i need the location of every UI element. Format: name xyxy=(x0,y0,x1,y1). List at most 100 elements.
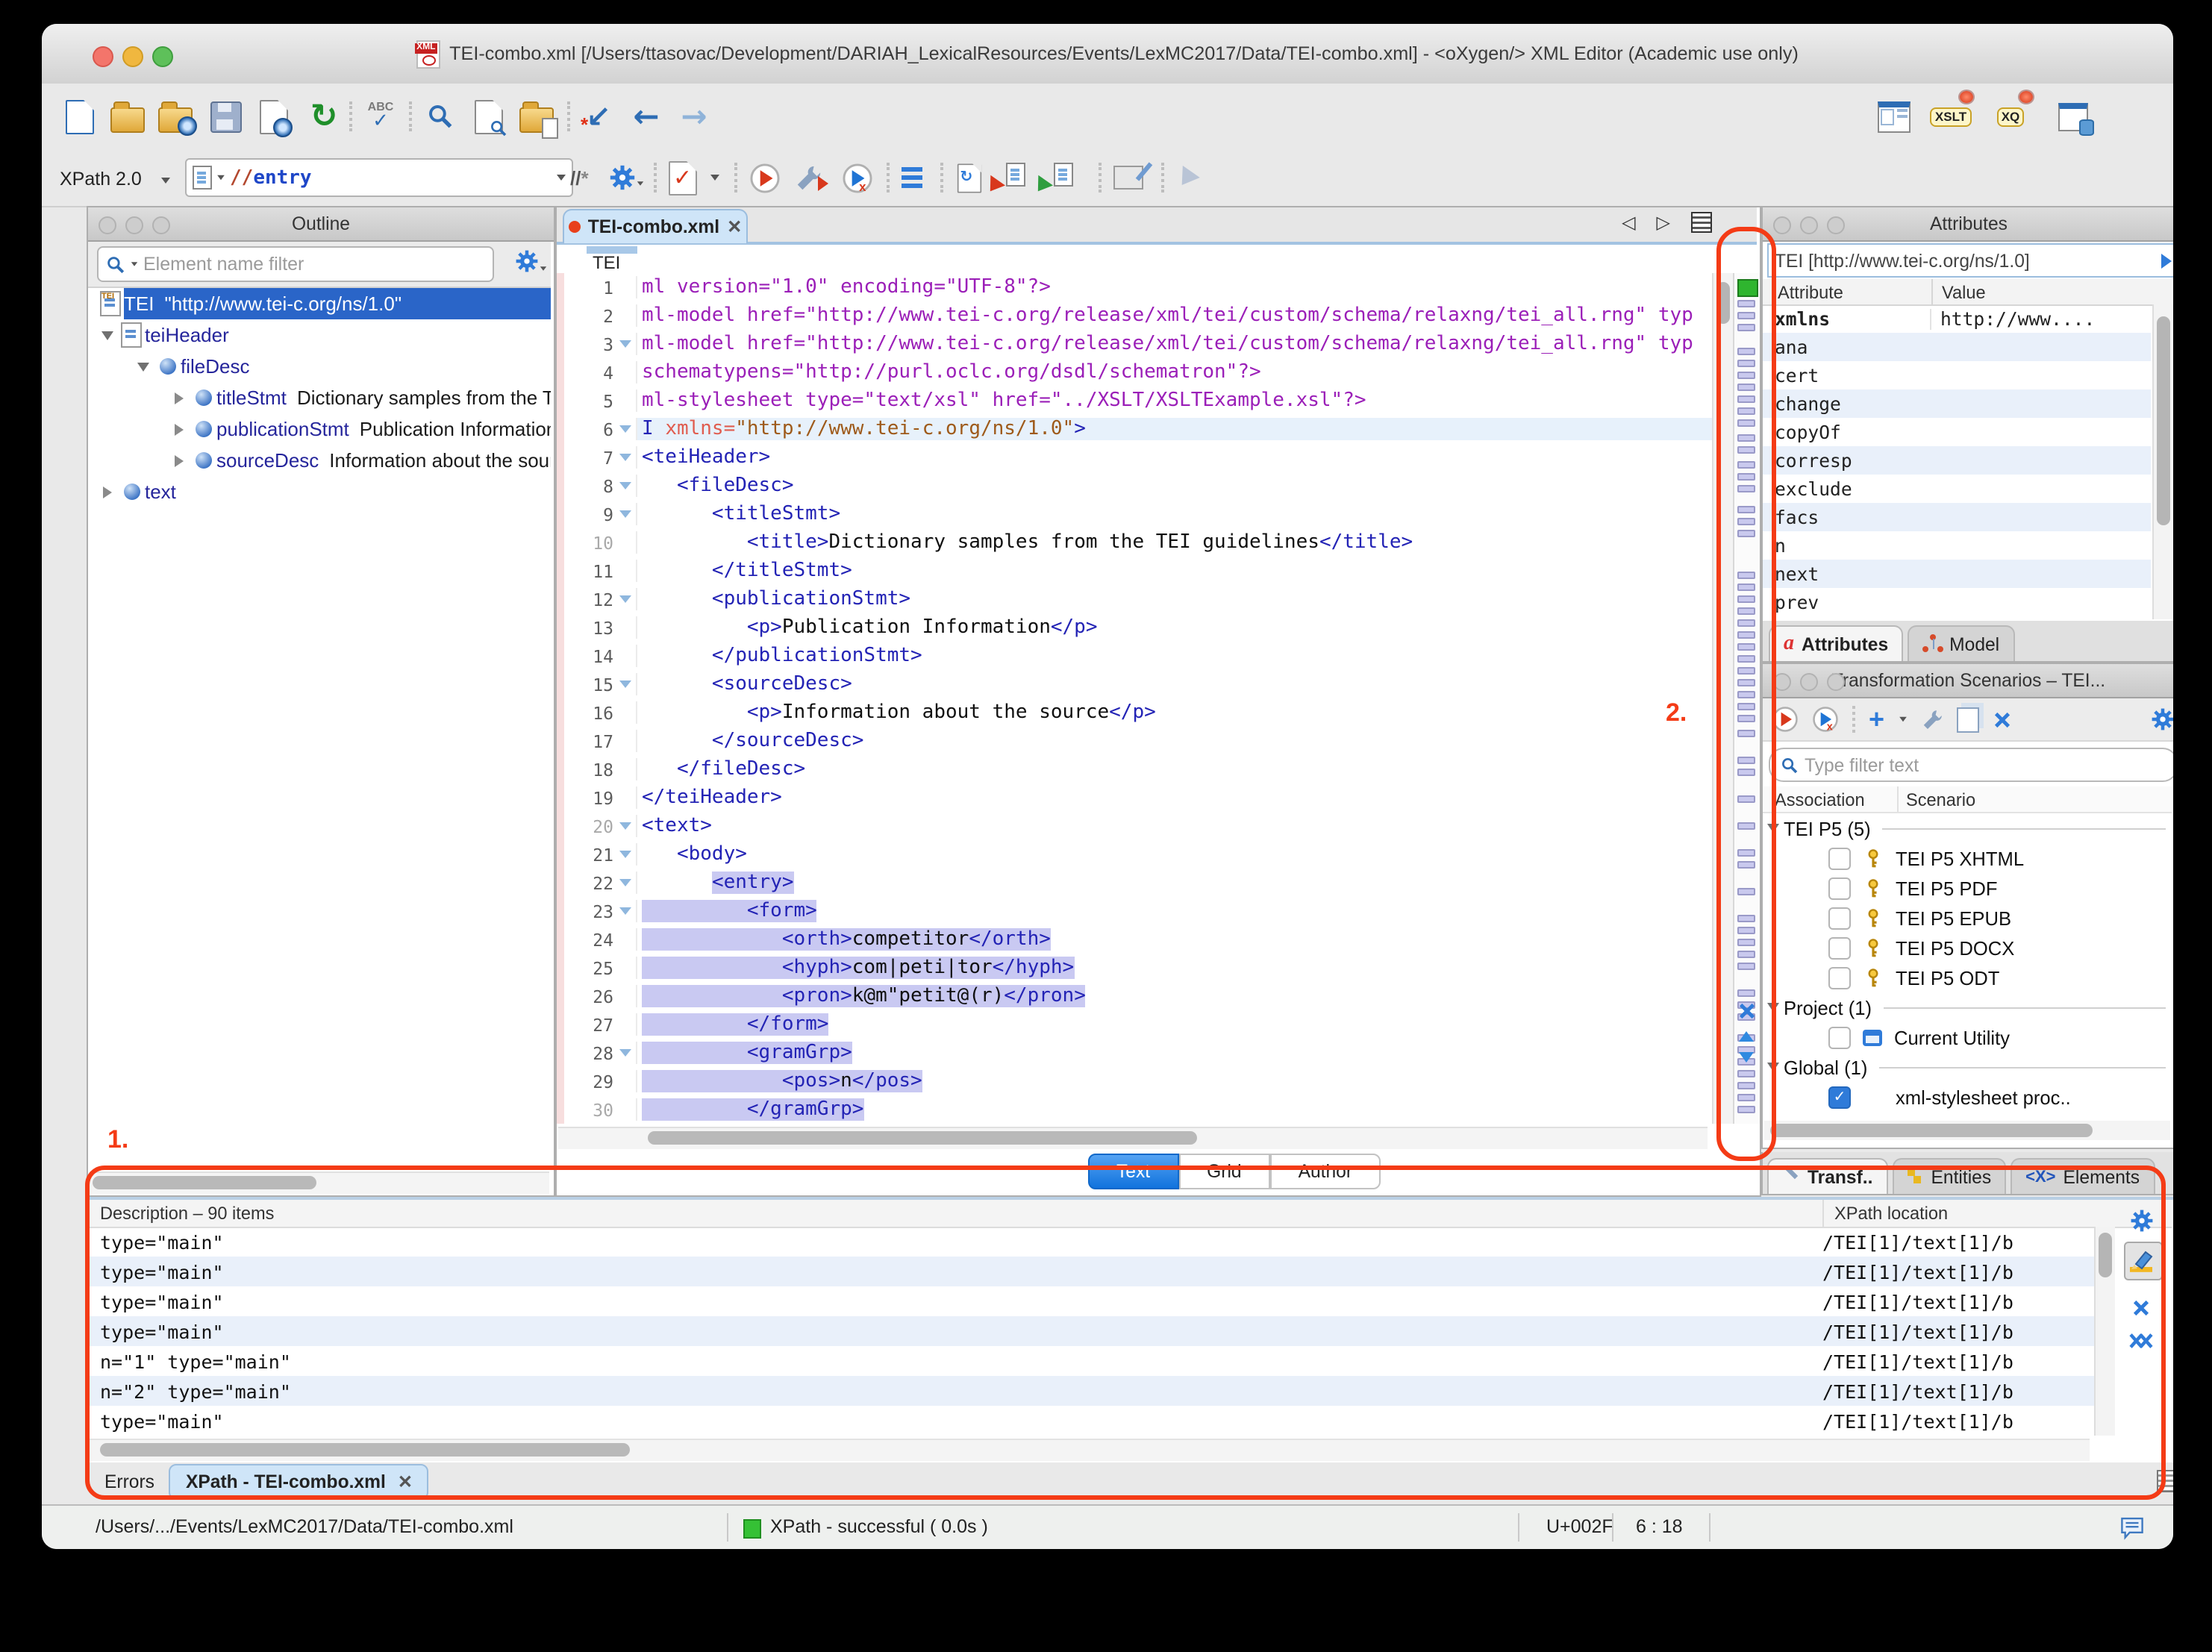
collapse-icon[interactable] xyxy=(137,362,149,371)
outline-settings-button[interactable] xyxy=(515,249,548,273)
occurrence-marker[interactable] xyxy=(1737,643,1755,650)
occurrence-marker[interactable] xyxy=(1737,419,1755,426)
result-row[interactable]: type="main"/TEI[1]/text[1]/b xyxy=(88,1227,2094,1257)
occurrence-marker[interactable] xyxy=(1737,631,1755,638)
new-scenario-dropdown-icon[interactable] xyxy=(1899,717,1906,722)
clear-highlights-icon[interactable] xyxy=(1737,1001,1757,1021)
delete-scenario-icon[interactable] xyxy=(1992,710,2011,729)
results-horizontal-scrollbar[interactable] xyxy=(90,1439,2090,1461)
scenarios-settings-icon[interactable] xyxy=(2151,707,2173,731)
code-line[interactable]: 14 </publicationStmt> xyxy=(564,642,1716,670)
tab-transformation[interactable]: Transf.. xyxy=(1767,1158,1888,1194)
result-row[interactable]: type="main"/TEI[1]/text[1]/b xyxy=(88,1257,2094,1286)
fold-margin[interactable] xyxy=(613,851,636,858)
fold-toggle-icon[interactable] xyxy=(619,680,631,688)
fold-margin[interactable] xyxy=(613,454,636,461)
code-line[interactable]: 4schematypens="http://purl.oclc.org/dsdl… xyxy=(564,358,1716,387)
code-line[interactable]: 5ml-stylesheet type="text/xsl" href="../… xyxy=(564,387,1716,415)
new-scenario-icon[interactable]: + xyxy=(1869,707,1884,731)
occurrence-marker[interactable] xyxy=(1737,312,1755,319)
comment-bubble-icon[interactable] xyxy=(2119,1515,2145,1540)
attribute-row[interactable]: corresp xyxy=(1763,446,2151,475)
occurrence-marker[interactable] xyxy=(1737,384,1755,390)
fold-toggle-icon[interactable] xyxy=(619,907,631,915)
occurrence-marker[interactable] xyxy=(1737,607,1755,614)
debug-scenario-icon[interactable] xyxy=(1812,706,1839,733)
close-tab-icon[interactable]: ✕ xyxy=(398,1471,413,1492)
code-line[interactable]: 2ml-model href="http://www.tei-c.org/rel… xyxy=(564,301,1716,330)
close-tab-icon[interactable]: ✕ xyxy=(727,216,742,237)
results-list-icon[interactable] xyxy=(2157,1470,2173,1492)
collapse-icon[interactable] xyxy=(101,331,113,340)
occurrence-marker[interactable] xyxy=(1737,679,1755,686)
xpath-expand-dropdown-icon[interactable] xyxy=(557,175,566,181)
prev-editor-icon[interactable]: ◁ xyxy=(1622,212,1635,233)
code-line[interactable]: 25 <hyph>com|peti|tor</hyph> xyxy=(564,954,1716,982)
occurrence-marker[interactable] xyxy=(1737,473,1755,480)
outline-item-filedesc[interactable]: fileDesc xyxy=(88,351,551,382)
scenario-group[interactable]: Project (1) xyxy=(1763,992,2172,1022)
occurrence-marker[interactable] xyxy=(1737,446,1755,453)
expander[interactable] xyxy=(169,454,190,466)
result-row[interactable]: type="main"/TEI[1]/text[1]/b xyxy=(88,1286,2094,1316)
attributes-scrollbar[interactable] xyxy=(2152,304,2173,619)
fold-toggle-icon[interactable] xyxy=(619,822,631,830)
occurrence-marker[interactable] xyxy=(1737,730,1755,736)
expand-icon[interactable] xyxy=(175,423,184,435)
tab-entities[interactable]: Entities xyxy=(1893,1158,2007,1194)
code-line[interactable]: 29 <pos>n</pos> xyxy=(564,1067,1716,1095)
scenario-group[interactable]: TEI P5 (5) xyxy=(1763,813,2172,843)
code-line[interactable]: 21 <body> xyxy=(564,840,1716,869)
result-row[interactable]: n="1" type="main"/TEI[1]/text[1]/b xyxy=(88,1346,2094,1376)
occurrence-marker[interactable] xyxy=(1737,795,1755,802)
scenario-item[interactable]: ✓xml-stylesheet proc.. xyxy=(1763,1082,2172,1112)
occurrence-marker[interactable] xyxy=(1737,667,1755,674)
breadcrumb-element[interactable]: TEI xyxy=(593,252,620,273)
outline-item-teiheader[interactable]: teiHeader xyxy=(88,319,551,351)
code-line[interactable]: 24 <orth>competitor</orth> xyxy=(564,925,1716,954)
xpath-version-dropdown-icon[interactable] xyxy=(161,178,170,184)
remove-all-results-icon[interactable] xyxy=(2128,1331,2154,1351)
attribute-row[interactable]: exclude xyxy=(1763,475,2151,503)
collapse-icon[interactable] xyxy=(1763,824,1784,833)
occurrence-marker[interactable] xyxy=(1737,951,1755,957)
fold-margin[interactable] xyxy=(613,340,636,348)
occurrence-marker[interactable] xyxy=(1737,1094,1755,1101)
new-document-button[interactable] xyxy=(60,97,99,136)
xpath-builder-button[interactable]: //* xyxy=(570,160,589,195)
occurrence-marker[interactable] xyxy=(1737,715,1755,722)
scrollbar-thumb[interactable] xyxy=(1716,282,1730,324)
occurrence-marker[interactable] xyxy=(1737,530,1755,536)
attribute-row[interactable]: xmlnshttp://www.... xyxy=(1763,304,2151,333)
code-line[interactable]: 30 </gramGrp> xyxy=(564,1095,1716,1124)
scrollbar-thumb[interactable] xyxy=(93,1176,316,1189)
tab-xpath-results[interactable]: XPath - TEI-combo.xml ✕ xyxy=(169,1464,429,1500)
code-line[interactable]: 22 <entry> xyxy=(564,869,1716,897)
tab-elements[interactable]: <X> Elements xyxy=(2011,1158,2155,1194)
occurrence-marker[interactable] xyxy=(1737,583,1755,590)
search-button[interactable] xyxy=(421,97,460,136)
element-name-filter-input[interactable]: Element name filter xyxy=(97,246,494,282)
edit-book-button[interactable] xyxy=(1113,160,1143,195)
reload-button[interactable]: ↻ xyxy=(304,97,343,136)
fold-margin[interactable] xyxy=(613,680,636,688)
save-button[interactable] xyxy=(206,97,245,136)
fold-toggle-icon[interactable] xyxy=(619,482,631,489)
apply-scenario-icon[interactable] xyxy=(1772,706,1799,733)
code-line[interactable]: 20<text> xyxy=(564,812,1716,840)
occurrence-marker[interactable] xyxy=(1737,506,1755,513)
save-to-url-button[interactable] xyxy=(254,97,293,136)
remove-result-icon[interactable] xyxy=(2131,1298,2151,1318)
result-row[interactable]: type="main"/TEI[1]/text[1]/b xyxy=(88,1316,2094,1346)
occurrence-marker[interactable] xyxy=(1737,485,1755,492)
expander[interactable] xyxy=(97,331,118,340)
back-button[interactable]: ← xyxy=(627,97,666,136)
scenario-item[interactable]: TEI P5 ODT xyxy=(1763,963,2172,992)
view-grid-button[interactable]: Grid xyxy=(1178,1154,1269,1189)
open-url-button[interactable] xyxy=(155,97,194,136)
editor-horizontal-scrollbar[interactable] xyxy=(558,1127,1708,1149)
fold-toggle-icon[interactable] xyxy=(619,510,631,518)
fold-margin[interactable] xyxy=(613,879,636,886)
editor-list-icon[interactable] xyxy=(1691,212,1712,233)
fold-margin[interactable] xyxy=(613,595,636,603)
